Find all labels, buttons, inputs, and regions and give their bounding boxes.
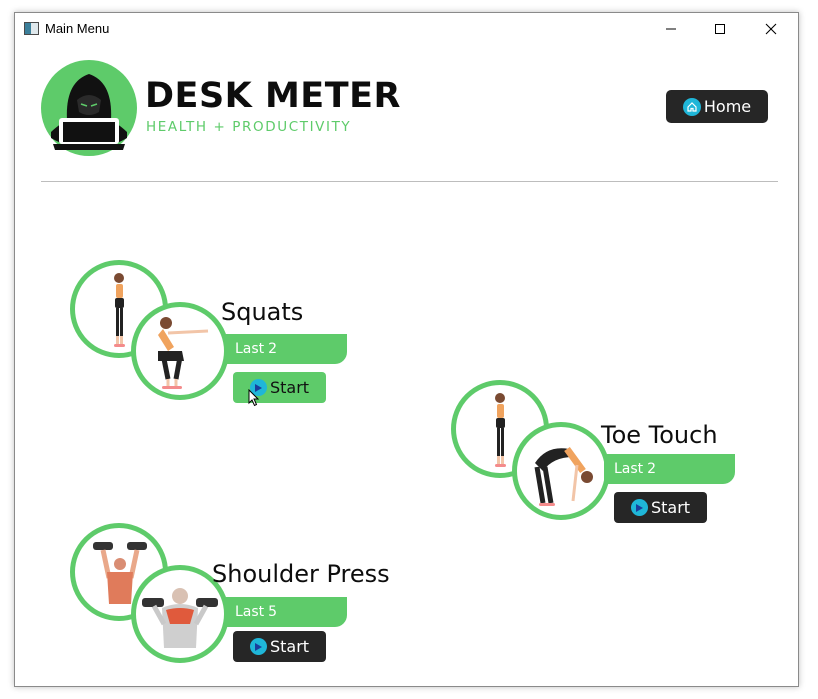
start-button-squats[interactable]: Start	[233, 372, 326, 403]
start-label: Start	[269, 637, 310, 656]
last-label: Last	[614, 461, 644, 477]
last-value: 5	[268, 604, 278, 620]
maximize-icon	[715, 24, 725, 34]
main-window: Main Menu DESK METER HEALTH + PRODUCTIVI…	[14, 12, 799, 687]
exercise-image-squat	[131, 302, 229, 400]
last-label: Last	[235, 341, 265, 357]
last-value: 2	[268, 341, 278, 357]
play-icon	[630, 499, 648, 516]
maximize-button[interactable]	[697, 13, 743, 45]
last-label: Last	[235, 604, 265, 620]
last-count-bar: Last 2	[604, 454, 735, 484]
exercise-image-toe-touch	[512, 422, 610, 520]
brand-tagline: HEALTH + PRODUCTIVITY	[146, 119, 352, 135]
window-title: Main Menu	[45, 21, 110, 36]
last-count-bar: Last 2	[225, 334, 347, 364]
start-button-shoulder-press[interactable]: Start	[233, 631, 326, 662]
close-button[interactable]	[748, 13, 794, 45]
brand-name: DESK METER	[145, 76, 401, 116]
home-button-label: Home	[703, 97, 752, 116]
last-value: 2	[647, 461, 657, 477]
last-count-bar: Last 5	[225, 597, 347, 627]
mouse-cursor-icon	[248, 389, 260, 407]
close-icon	[765, 23, 777, 35]
start-button-toe-touch[interactable]: Start	[614, 492, 707, 523]
start-label: Start	[650, 498, 691, 517]
exercise-title: Shoulder Press	[212, 560, 390, 588]
title-bar[interactable]: Main Menu	[15, 13, 798, 45]
brand-logo	[41, 60, 137, 156]
start-label: Start	[269, 378, 310, 397]
home-icon	[682, 97, 701, 116]
header-divider	[41, 181, 778, 182]
play-icon	[249, 638, 267, 655]
home-button[interactable]: Home	[666, 90, 768, 123]
exercise-title: Toe Touch	[601, 421, 718, 449]
app-window-icon	[24, 22, 39, 35]
exercise-title: Squats	[221, 298, 304, 326]
minimize-icon	[666, 28, 676, 30]
minimize-button[interactable]	[648, 13, 694, 45]
